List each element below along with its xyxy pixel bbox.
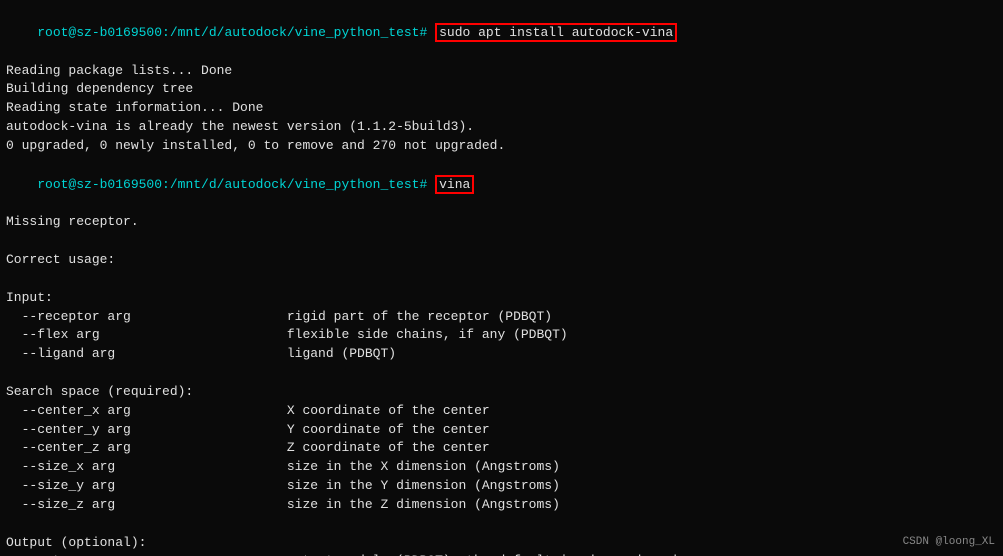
line-22: --out arg output models (PDBQT), the def… bbox=[6, 552, 997, 556]
line-4: Reading state information... Done bbox=[6, 99, 997, 118]
line-17: --center_z arg Z coordinate of the cente… bbox=[6, 439, 997, 458]
line-blank-4 bbox=[6, 515, 997, 534]
cmd-1-highlight: sudo apt install autodock-vina bbox=[435, 23, 677, 43]
terminal: root@sz-b0169500:/mnt/d/autodock/vine_py… bbox=[0, 0, 1003, 556]
line-7: root@sz-b0169500:/mnt/d/autodock/vine_py… bbox=[6, 156, 997, 214]
line-13: --ligand arg ligand (PDBQT) bbox=[6, 345, 997, 364]
prompt-2: root@sz-b0169500:/mnt/d/autodock/vine_py… bbox=[37, 177, 435, 192]
line-1: root@sz-b0169500:/mnt/d/autodock/vine_py… bbox=[6, 4, 997, 62]
line-blank-2 bbox=[6, 270, 997, 289]
line-blank-1 bbox=[6, 232, 997, 251]
line-6: 0 upgraded, 0 newly installed, 0 to remo… bbox=[6, 137, 997, 156]
line-18: --size_x arg size in the X dimension (An… bbox=[6, 458, 997, 477]
cmd-2-highlight: vina bbox=[435, 175, 474, 195]
line-blank-3 bbox=[6, 364, 997, 383]
prompt-1: root@sz-b0169500:/mnt/d/autodock/vine_py… bbox=[37, 25, 435, 40]
line-2: Reading package lists... Done bbox=[6, 62, 997, 81]
line-3: Building dependency tree bbox=[6, 80, 997, 99]
line-8: Missing receptor. bbox=[6, 213, 997, 232]
line-11: --receptor arg rigid part of the recepto… bbox=[6, 308, 997, 327]
line-21: Output (optional): bbox=[6, 534, 997, 553]
line-10: Input: bbox=[6, 289, 997, 308]
line-19: --size_y arg size in the Y dimension (An… bbox=[6, 477, 997, 496]
line-5: autodock-vina is already the newest vers… bbox=[6, 118, 997, 137]
line-20: --size_z arg size in the Z dimension (An… bbox=[6, 496, 997, 515]
line-9: Correct usage: bbox=[6, 251, 997, 270]
watermark: CSDN @loong_XL bbox=[903, 536, 995, 548]
line-14: Search space (required): bbox=[6, 383, 997, 402]
line-15: --center_x arg X coordinate of the cente… bbox=[6, 402, 997, 421]
line-12: --flex arg flexible side chains, if any … bbox=[6, 326, 997, 345]
line-16: --center_y arg Y coordinate of the cente… bbox=[6, 421, 997, 440]
